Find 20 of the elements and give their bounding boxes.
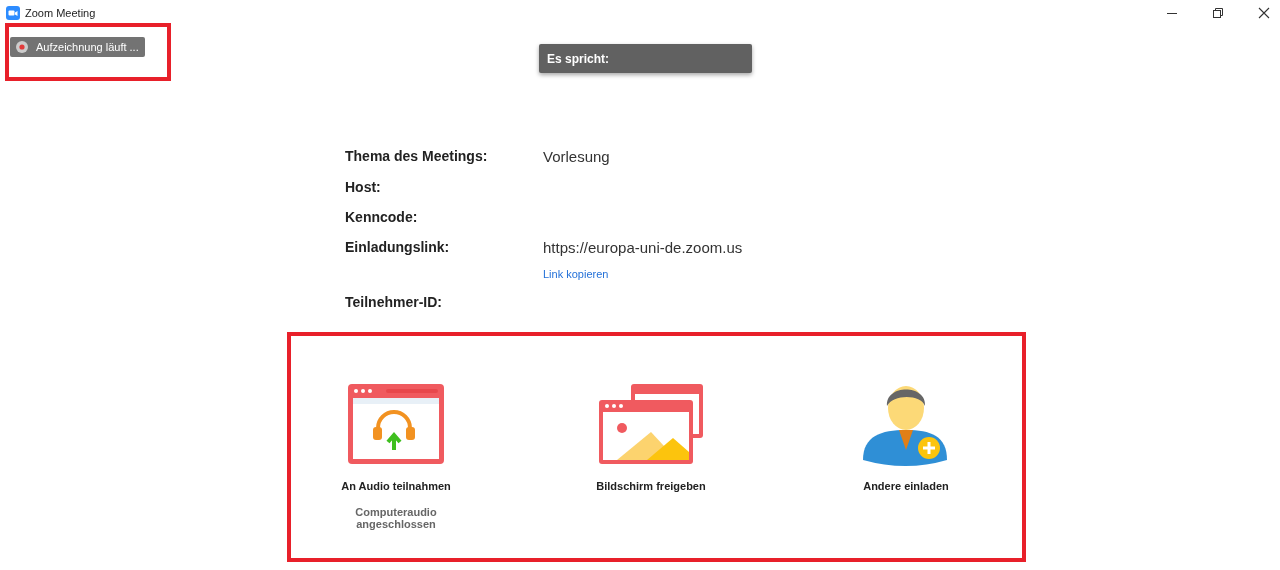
info-label: Host: (345, 179, 382, 195)
info-label: Einladungslink: (345, 239, 451, 257)
record-icon (16, 41, 28, 53)
recording-badge[interactable]: Aufzeichnung läuft ... (10, 37, 145, 57)
close-icon[interactable] (1258, 7, 1270, 19)
info-label: Thema des Meetings: (345, 148, 489, 165)
copy-link[interactable]: Link kopieren (543, 268, 843, 280)
app-logo-icon (6, 6, 20, 20)
info-value: Vorlesung (543, 148, 611, 165)
recording-label: Aufzeichnung läuft ... (36, 41, 139, 53)
speaker-label: Es spricht: (547, 51, 609, 66)
action-label[interactable]: An Audio teilnahmen (341, 480, 451, 492)
window-title: Zoom Meeting (25, 7, 96, 19)
audio-status: Computeraudio angeschlossen (354, 506, 438, 530)
restore-icon[interactable] (1212, 7, 1224, 19)
action-label[interactable]: Andere einladen (863, 480, 949, 492)
action-label[interactable]: Bildschirm freigeben (596, 480, 706, 492)
info-label: Kenncode: (345, 209, 419, 225)
info-value: https://europa-uni-de.zoom.us (543, 239, 744, 256)
info-label: Teilnehmer-ID: (345, 294, 443, 310)
